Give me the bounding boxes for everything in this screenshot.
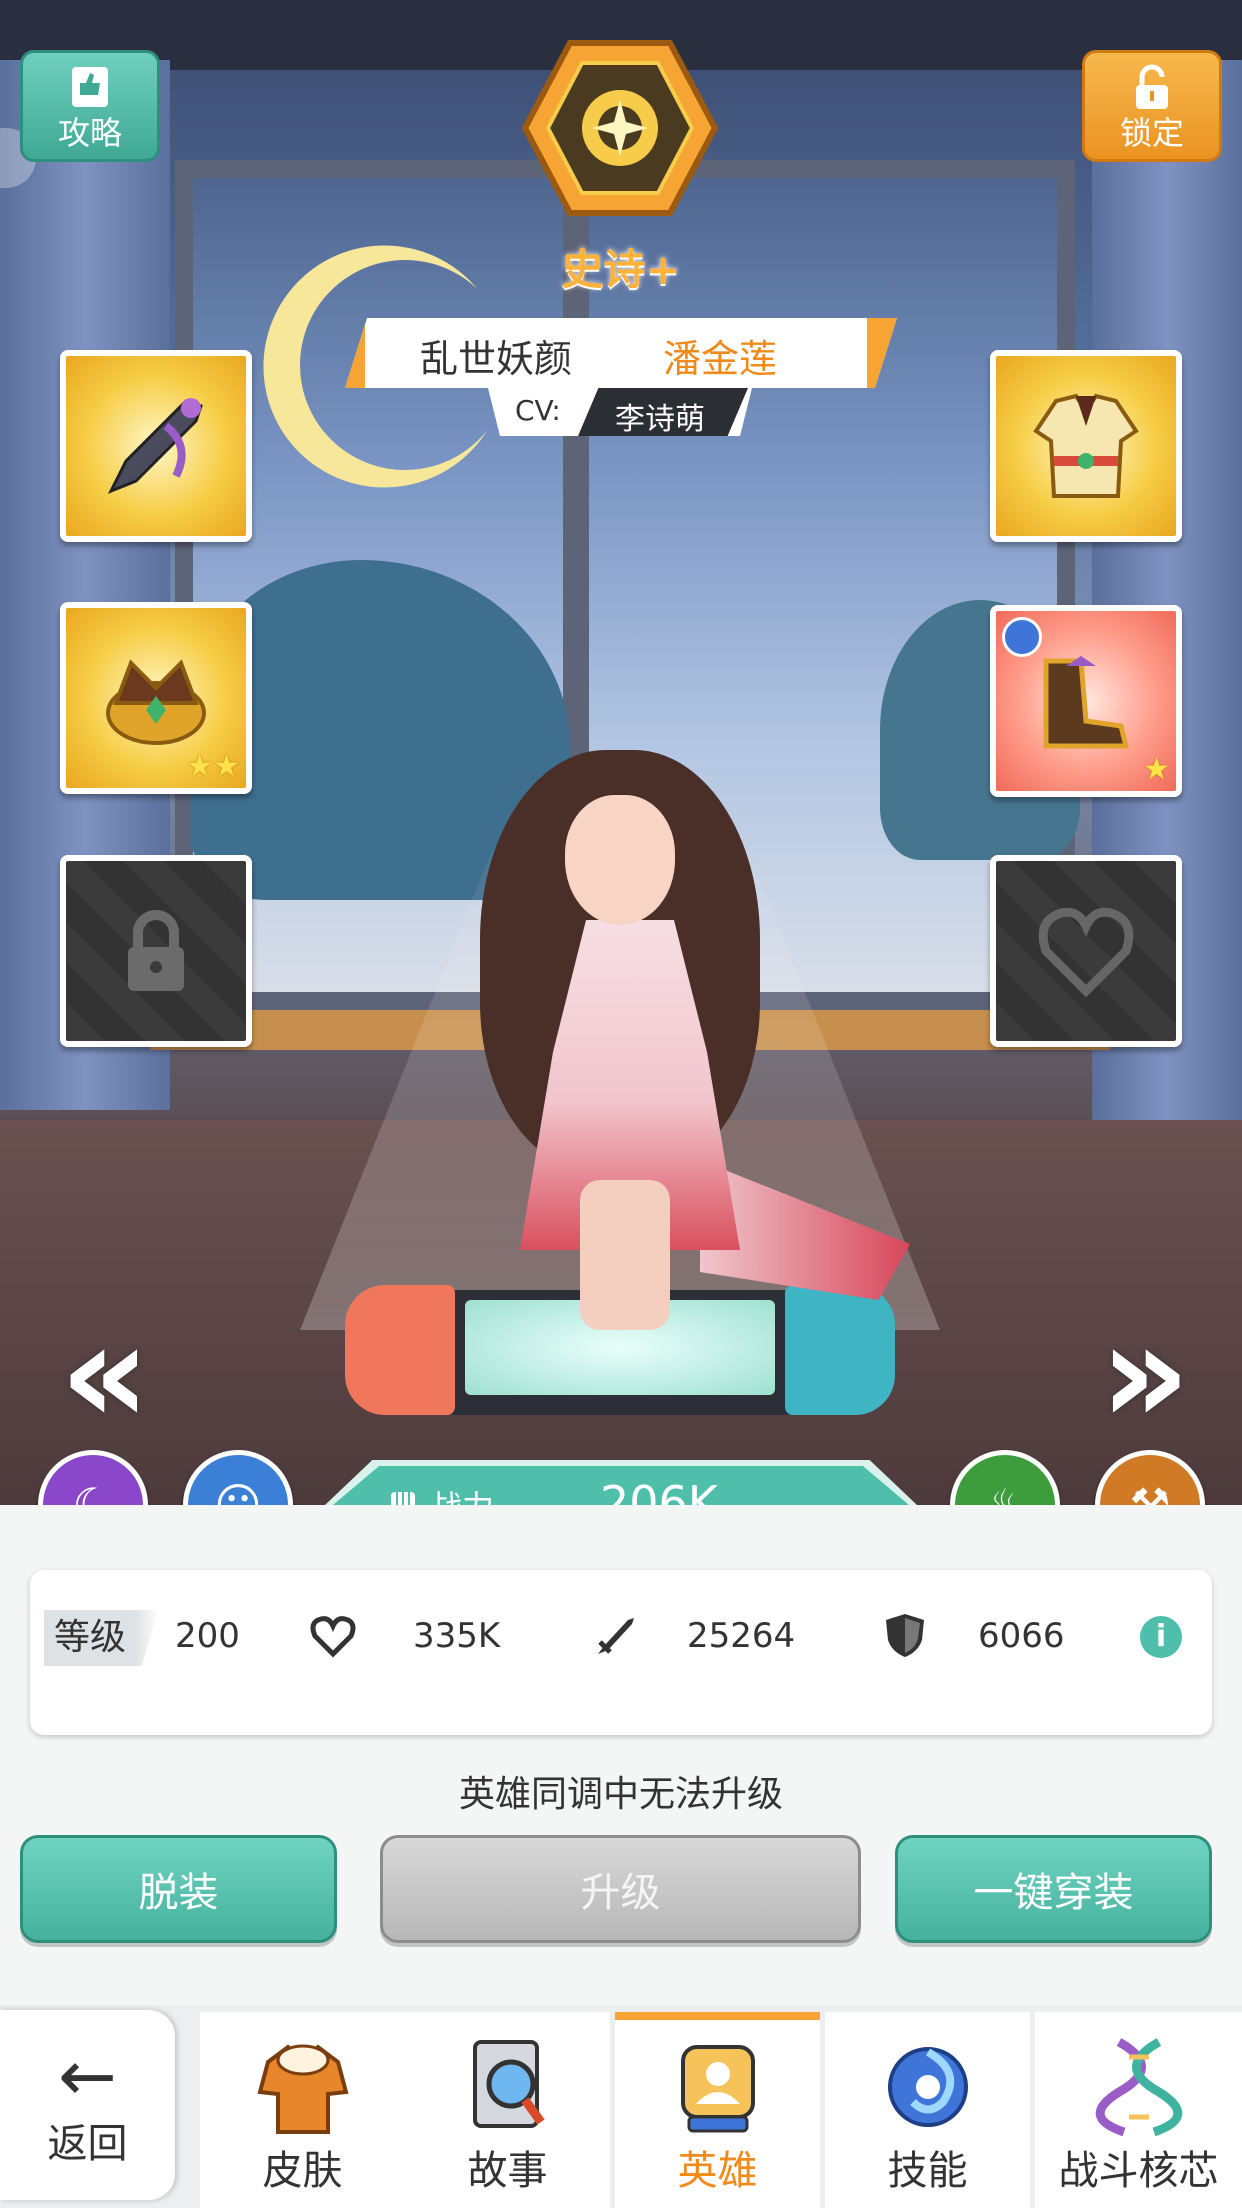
equip-slot-weapon[interactable] (60, 350, 252, 542)
previous-hero-arrow[interactable]: « (50, 1305, 160, 1445)
upgrade-button[interactable]: 升级 (380, 1835, 861, 1943)
tab-battle-core[interactable]: 战斗核芯 (1035, 2012, 1242, 2208)
armor-icon (1033, 393, 1139, 498)
dna-icon (1095, 2038, 1182, 2137)
next-hero-arrow[interactable]: » (1090, 1305, 1200, 1445)
equip-slot-armor[interactable] (990, 350, 1182, 542)
lock-button[interactable]: 锁定 (1082, 50, 1222, 162)
voice-actor-plate: CV: 李诗萌 (470, 388, 770, 437)
rating-stars: ★ (1143, 752, 1170, 787)
gem-badge-icon (1002, 617, 1042, 657)
info-icon[interactable]: i (1140, 1616, 1182, 1658)
sword-stat-icon (598, 1618, 634, 1654)
sword-icon (107, 398, 203, 494)
level-label: 等级 (44, 1610, 159, 1666)
attack-value: 25264 (687, 1616, 796, 1656)
tab-skin[interactable]: 皮肤 (200, 2012, 405, 2208)
lock-label: 锁定 (1119, 114, 1184, 152)
equip-slot-empty-right[interactable] (990, 855, 1182, 1047)
guide-button[interactable]: 攻略 (20, 50, 160, 162)
hero-title: 乱世妖颜 (420, 337, 573, 381)
hp-value: 335K (413, 1616, 501, 1656)
coat-icon (256, 2044, 349, 2134)
tab-skill[interactable]: 技能 (825, 2012, 1030, 2208)
boots-icon (1043, 656, 1130, 749)
equip-slot-boots[interactable]: ★ (990, 605, 1182, 797)
hero-character[interactable] (470, 740, 910, 1340)
unlock-icon (1136, 64, 1168, 109)
tab-hero[interactable]: 英雄 (615, 2012, 820, 2208)
arrow-left-icon: ← (58, 2035, 117, 2117)
lock-icon (128, 910, 184, 991)
thumb-pencil-icon (72, 67, 108, 107)
back-label: 返回 (47, 2121, 128, 2167)
defense-value: 6066 (978, 1616, 1065, 1656)
level-value: 200 (175, 1616, 240, 1656)
guide-label: 攻略 (57, 114, 122, 152)
vortex-icon (887, 2047, 968, 2127)
rating-stars: ★★ (186, 749, 240, 784)
hero-name-plate: 乱世妖颜 潘金莲 (345, 318, 897, 388)
hero-portrait-icon (680, 2045, 755, 2133)
stats-card: 等级 200 335K 25264 6066 i (30, 1570, 1212, 1735)
shield-icon (886, 1614, 924, 1657)
tab-battle-core-label: 战斗核芯 (1058, 2148, 1219, 2194)
tab-story[interactable]: 故事 (405, 2012, 610, 2208)
back-button[interactable]: ← 返回 (0, 2010, 175, 2200)
upgrade-hint: 英雄同调中无法升级 (458, 1774, 783, 1815)
equip-slot-locked-left[interactable] (60, 855, 252, 1047)
rarity-label: 史诗+ (561, 245, 681, 294)
heart-icon (310, 1616, 356, 1658)
rank-emblem-icon (521, 40, 719, 216)
unequip-button[interactable]: 脱装 (20, 1835, 337, 1943)
equip-slot-helmet[interactable]: ★★ (60, 602, 252, 794)
tab-skin-label: 皮肤 (262, 2148, 343, 2194)
cv-label: CV: (515, 394, 561, 427)
magnifier-card-icon (472, 2040, 545, 2128)
tab-hero-label: 英雄 (677, 2148, 758, 2194)
tab-skill-label: 技能 (887, 2148, 968, 2194)
tab-story-label: 故事 (467, 2148, 548, 2194)
cv-name: 李诗萌 (615, 402, 705, 437)
crown-icon (106, 659, 206, 745)
hero-name: 潘金莲 (663, 337, 778, 381)
heart-outline-icon (1038, 907, 1134, 998)
equip-all-button[interactable]: 一键穿装 (895, 1835, 1212, 1943)
